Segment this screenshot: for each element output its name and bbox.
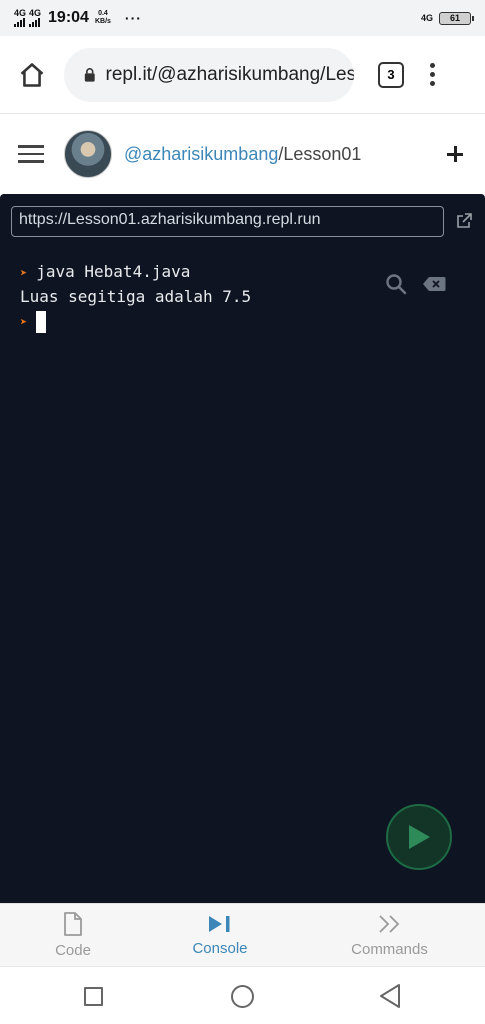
sim2-bars-icon <box>29 18 41 27</box>
recent-apps-icon[interactable] <box>84 987 103 1006</box>
sim1-bars-icon <box>14 18 25 27</box>
terminal-output[interactable]: ➤ java Hebat4.java Luas segitiga adalah 7… <box>20 260 251 334</box>
repl-owner-link[interactable]: @azharisikumbang <box>124 144 278 164</box>
address-bar[interactable]: repl.it/@azharisikumbang/Lesson01 <box>64 47 355 102</box>
more-notifications-icon: ··· <box>124 10 142 26</box>
search-icon[interactable] <box>385 273 407 295</box>
bottom-tab-bar: Code Console Commands <box>0 903 485 966</box>
clock: 19:04 <box>48 9 89 26</box>
double-chevron-icon <box>378 914 399 933</box>
battery-icon: 61 <box>439 11 474 25</box>
tab-switcher-button[interactable]: 3 <box>378 61 404 88</box>
lock-icon <box>84 67 95 82</box>
hamburger-menu-icon[interactable] <box>18 145 44 163</box>
tab-console-label: Console <box>192 939 248 957</box>
play-icon <box>409 825 430 849</box>
sim1-label: 4G <box>14 8 27 18</box>
browser-toolbar: repl.it/@azharisikumbang/Lesson01 3 <box>0 36 485 114</box>
tab-console[interactable]: Console <box>146 904 294 966</box>
speed-unit: KB/s <box>94 18 111 25</box>
text-cursor <box>36 310 47 333</box>
tab-code-label: Code <box>55 941 91 959</box>
home-icon <box>20 62 44 87</box>
prompt-icon: ➤ <box>20 266 28 280</box>
repl-breadcrumb: @azharisikumbang/Lesson01 <box>124 144 361 165</box>
command-text: java Hebat4.java <box>36 262 191 281</box>
console-panel: https://Lesson01.azharisikumbang.repl.ru… <box>0 194 485 903</box>
webview-url-field[interactable]: https://Lesson01.azharisikumbang.repl.ru… <box>11 206 444 237</box>
file-icon <box>64 911 82 936</box>
sim1-signal: 4G <box>14 9 26 27</box>
more-vert-icon[interactable] <box>430 63 435 86</box>
output-text: Luas segitiga adalah 7.5 <box>20 287 252 306</box>
clear-console-icon[interactable] <box>422 276 446 292</box>
speed-value: 0.4 <box>98 10 108 17</box>
home-button[interactable] <box>12 55 52 95</box>
terminal-line: Luas segitiga adalah 7.5 <box>20 285 251 309</box>
url-text: repl.it/@azharisikumbang/Lesson01 <box>105 63 355 85</box>
terminal-line: ➤ java Hebat4.java <box>20 260 251 285</box>
tab-code[interactable]: Code <box>0 904 146 966</box>
repl-header: @azharisikumbang/Lesson01 <box>0 115 485 193</box>
network-type: 4G <box>420 13 433 23</box>
home-circle-icon[interactable] <box>231 985 254 1008</box>
terminal-input-line[interactable]: ➤ <box>20 309 251 334</box>
console-play-icon <box>209 915 230 932</box>
status-bar: 4G 4G 19:04 0.4 KB/s ··· 4G 61 <box>0 0 485 36</box>
run-button[interactable] <box>386 804 452 870</box>
repl-name[interactable]: Lesson01 <box>283 144 361 164</box>
system-nav-bar <box>0 966 485 1024</box>
prompt-icon: ➤ <box>20 315 28 329</box>
open-external-icon[interactable] <box>455 212 473 230</box>
sim2-label: 4G <box>29 8 42 18</box>
sim2-signal: 4G <box>29 9 41 27</box>
tab-commands[interactable]: Commands <box>294 904 485 966</box>
network-speed: 0.4 KB/s <box>95 10 111 26</box>
add-icon[interactable] <box>443 142 467 166</box>
back-triangle-icon[interactable] <box>378 983 402 1009</box>
battery-level: 61 <box>449 13 460 23</box>
tab-commands-label: Commands <box>351 940 428 958</box>
avatar[interactable] <box>64 130 112 178</box>
status-right: 4G 61 <box>420 11 474 25</box>
